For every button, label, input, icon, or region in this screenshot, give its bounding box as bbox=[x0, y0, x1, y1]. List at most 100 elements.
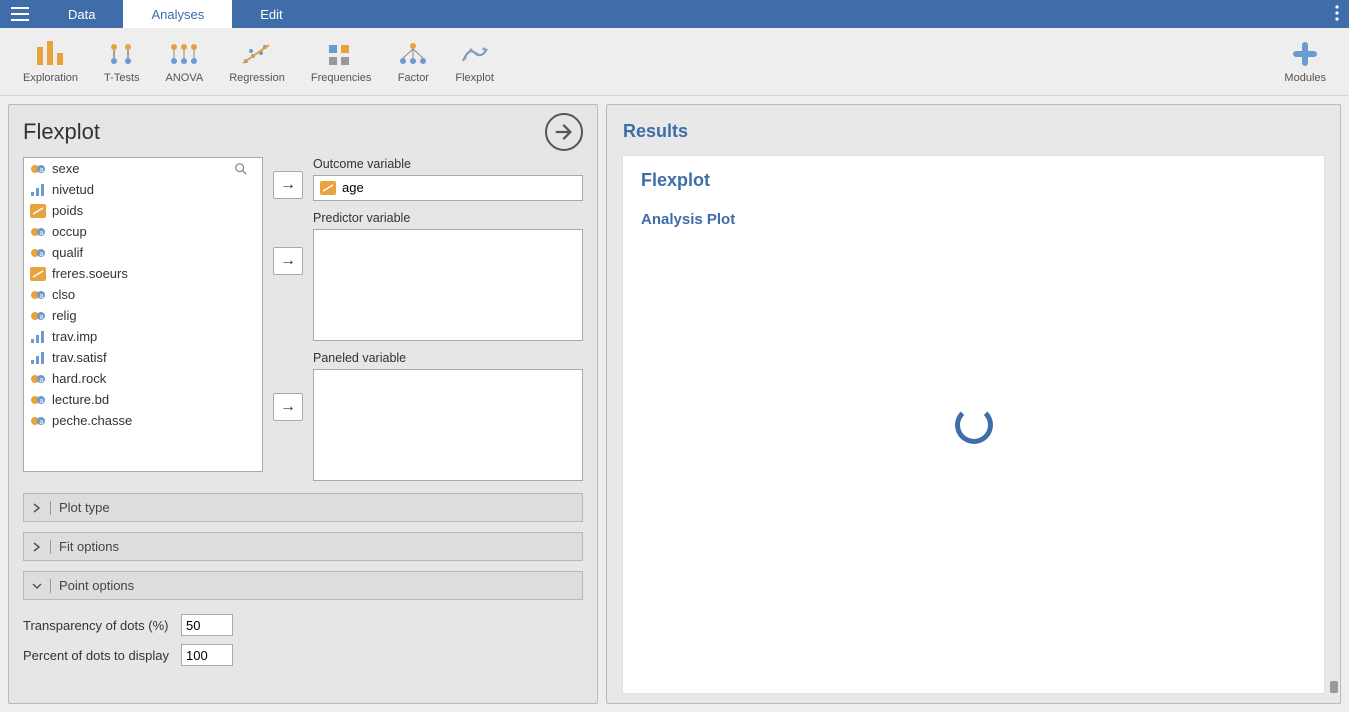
transparency-input[interactable] bbox=[181, 614, 233, 636]
assign-paneled-button[interactable]: → bbox=[273, 393, 303, 421]
variable-item[interactable]: a clso bbox=[24, 284, 262, 305]
variable-name: trav.imp bbox=[52, 329, 97, 344]
continuous-icon bbox=[320, 181, 336, 195]
outcome-value: age bbox=[342, 180, 364, 195]
ribbon-frequencies[interactable]: Frequencies bbox=[298, 28, 385, 95]
section-title: Point options bbox=[59, 578, 134, 593]
loading-spinner bbox=[955, 406, 993, 444]
outcome-label: Outcome variable bbox=[313, 157, 583, 171]
main: Flexplot asexenivetudpoidsaoccupaqualiff… bbox=[0, 96, 1349, 712]
nominal-icon: a bbox=[30, 393, 46, 407]
variable-name: relig bbox=[52, 308, 77, 323]
nominal-icon: a bbox=[30, 162, 46, 176]
svg-text:a: a bbox=[40, 314, 44, 321]
tab-data[interactable]: Data bbox=[40, 0, 123, 28]
nominal-icon: a bbox=[30, 225, 46, 239]
tab-analyses[interactable]: Analyses bbox=[123, 0, 232, 28]
menubar: Data Analyses Edit bbox=[0, 0, 1349, 28]
variable-item[interactable]: trav.satisf bbox=[24, 347, 262, 368]
frequencies-icon bbox=[325, 41, 357, 67]
config-title: Flexplot bbox=[23, 119, 100, 145]
overflow-menu-button[interactable] bbox=[1333, 1, 1341, 28]
chevron-right-icon bbox=[32, 503, 42, 513]
variable-item[interactable]: poids bbox=[24, 200, 262, 221]
ribbon-label: T-Tests bbox=[104, 72, 139, 84]
variable-item[interactable]: a peche.chasse bbox=[24, 410, 262, 431]
section-title: Plot type bbox=[59, 500, 110, 515]
analysis-config-panel: Flexplot asexenivetudpoidsaoccupaqualiff… bbox=[8, 104, 598, 704]
nominal-icon: a bbox=[30, 288, 46, 302]
variable-name: poids bbox=[52, 203, 83, 218]
results-section: Analysis Plot bbox=[641, 211, 1306, 228]
variable-name: clso bbox=[52, 287, 75, 302]
variable-item[interactable]: aqualif bbox=[24, 242, 262, 263]
ordinal-icon bbox=[30, 351, 46, 365]
variable-item[interactable]: a lecture.bd bbox=[24, 389, 262, 410]
continuous-icon bbox=[30, 204, 46, 218]
ribbon-anova[interactable]: ANOVA bbox=[153, 28, 217, 95]
section-plot-type-header[interactable]: Plot type bbox=[24, 494, 582, 521]
point-options-body: Transparency of dots (%) Percent of dots… bbox=[23, 600, 583, 674]
variable-name: lecture.bd bbox=[52, 392, 109, 407]
results-scrollbar[interactable] bbox=[1330, 115, 1338, 693]
variable-name: sexe bbox=[52, 161, 79, 176]
paneled-target[interactable] bbox=[313, 369, 583, 481]
assign-outcome-button[interactable]: → bbox=[273, 171, 303, 199]
flexplot-icon bbox=[459, 41, 491, 67]
variable-name: qualif bbox=[52, 245, 83, 260]
section-point-options: Point options bbox=[23, 571, 583, 600]
hide-options-button[interactable] bbox=[545, 113, 583, 151]
svg-text:a: a bbox=[40, 419, 44, 426]
ttest-icon bbox=[106, 41, 138, 67]
chevron-right-icon bbox=[32, 542, 42, 552]
bars-icon bbox=[35, 41, 67, 67]
main-menu-button[interactable] bbox=[0, 0, 40, 28]
variable-item[interactable]: a relig bbox=[24, 305, 262, 326]
ribbon-modules[interactable]: Modules bbox=[1271, 28, 1339, 95]
ribbon-label: Regression bbox=[229, 72, 285, 84]
chevron-down-icon bbox=[32, 581, 42, 591]
hamburger-icon bbox=[11, 7, 29, 21]
outcome-chip[interactable]: age bbox=[316, 178, 580, 197]
tab-edit[interactable]: Edit bbox=[232, 0, 310, 28]
variable-name: hard.rock bbox=[52, 371, 106, 386]
section-title: Fit options bbox=[59, 539, 119, 554]
variable-item[interactable]: ahard.rock bbox=[24, 368, 262, 389]
results-panel: Results Flexplot Analysis Plot bbox=[606, 104, 1341, 704]
section-fit-options: Fit options bbox=[23, 532, 583, 561]
predictor-target[interactable] bbox=[313, 229, 583, 341]
transparency-label: Transparency of dots (%) bbox=[23, 618, 173, 633]
svg-text:a: a bbox=[40, 293, 44, 300]
ribbon-exploration[interactable]: Exploration bbox=[10, 28, 91, 95]
section-plot-type: Plot type bbox=[23, 493, 583, 522]
results-title: Results bbox=[623, 121, 1324, 142]
ribbon-regression[interactable]: Regression bbox=[216, 28, 298, 95]
variable-item[interactable]: nivetud bbox=[24, 179, 262, 200]
section-fit-options-header[interactable]: Fit options bbox=[24, 533, 582, 560]
ribbon-flexplot[interactable]: Flexplot bbox=[442, 28, 507, 95]
variable-item[interactable]: a sexe bbox=[24, 158, 262, 179]
arrow-right-icon bbox=[553, 121, 575, 143]
percent-label: Percent of dots to display bbox=[23, 648, 173, 663]
variable-name: freres.soeurs bbox=[52, 266, 128, 281]
ordinal-icon bbox=[30, 183, 46, 197]
variable-supplier-list[interactable]: asexenivetudpoidsaoccupaqualiffreres.soe… bbox=[23, 157, 263, 472]
paneled-label: Paneled variable bbox=[313, 351, 583, 365]
variable-item[interactable]: trav.imp bbox=[24, 326, 262, 347]
kebab-icon bbox=[1335, 5, 1339, 21]
ribbon-ttests[interactable]: T-Tests bbox=[91, 28, 152, 95]
ribbon-label: Frequencies bbox=[311, 72, 372, 84]
assign-predictor-button[interactable]: → bbox=[273, 247, 303, 275]
variable-item[interactable]: freres.soeurs bbox=[24, 263, 262, 284]
results-subtitle: Flexplot bbox=[641, 170, 1306, 191]
percent-input[interactable] bbox=[181, 644, 233, 666]
variable-name: nivetud bbox=[52, 182, 94, 197]
variable-name: peche.chasse bbox=[52, 413, 132, 428]
svg-text:a: a bbox=[40, 167, 44, 174]
variable-item[interactable]: aoccup bbox=[24, 221, 262, 242]
ribbon-label: Flexplot bbox=[455, 72, 494, 84]
nominal-icon: a bbox=[30, 246, 46, 260]
ribbon-factor[interactable]: Factor bbox=[384, 28, 442, 95]
section-point-options-header[interactable]: Point options bbox=[24, 572, 582, 599]
outcome-target[interactable]: age bbox=[313, 175, 583, 201]
